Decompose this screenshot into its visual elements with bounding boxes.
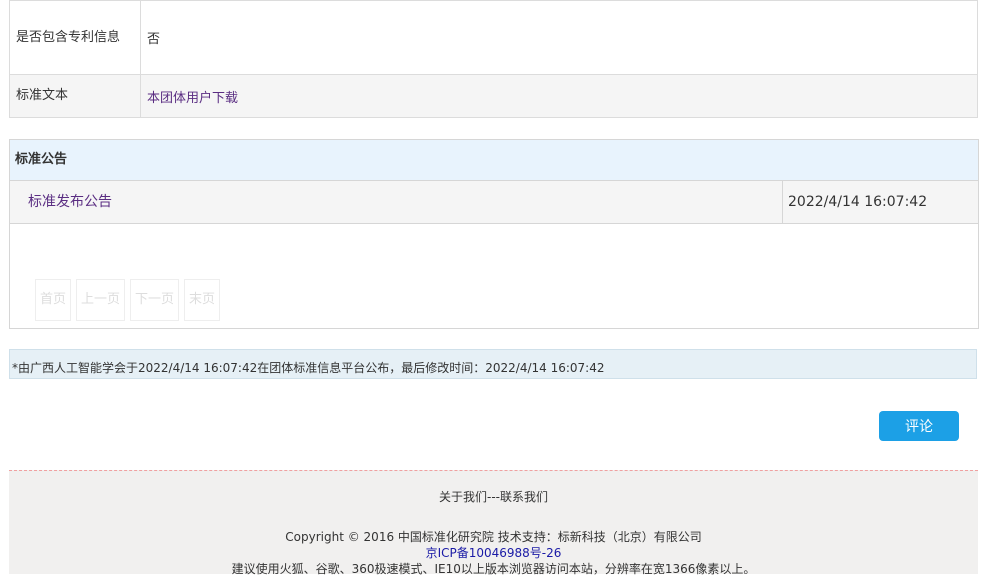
next-page-button[interactable]: 下一页 [130,279,180,321]
last-page-button[interactable]: 末页 [184,279,221,321]
footer-links[interactable]: 关于我们---联系我们 [9,488,978,505]
notice-header: 标准公告 [10,140,978,181]
patent-info-row: 是否包含专利信息 否 [9,0,978,75]
prev-page-button[interactable]: 上一页 [76,279,126,321]
notice-title-link[interactable]: 标准发布公告 [28,194,112,210]
browser-advice: 建议使用火狐、谷歌、360极速模式、IE10以上版本浏览器访问本站，分辨率在宽1… [231,562,756,576]
standard-notice-panel: 标准公告 标准发布公告 2022/4/14 16:07:42 首页 上一页 下一… [9,139,979,329]
first-page-button[interactable]: 首页 [35,279,72,321]
icp-link[interactable]: 京ICP备10046988号-26 [9,544,978,561]
publish-footnote: *由广西人工智能学会于2022/4/14 16:07:42在团体标准信息平台公布… [9,349,977,379]
notice-date: 2022/4/14 16:07:42 [788,194,928,210]
comment-button[interactable]: 评论 [879,411,959,441]
notice-row: 标准发布公告 2022/4/14 16:07:42 [10,181,978,224]
footer-copyright: Copyright © 2016 中国标准化研究院 技术支持：标新科技（北京）有… [285,530,702,544]
member-download-link[interactable]: 本团体用户下载 [147,91,238,106]
standard-text-row: 标准文本 本团体用户下载 [9,74,978,118]
patent-value: 否 [140,0,978,75]
page-footer: 关于我们---联系我们 Copyright © 2016 中国标准化研究院 技术… [9,470,978,576]
pagination: 首页 上一页 下一页 末页 [35,279,221,321]
patent-label: 是否包含专利信息 [9,0,141,75]
standard-info-table: 是否包含专利信息 否 标准文本 本团体用户下载 [9,0,978,118]
standard-text-label: 标准文本 [9,74,141,118]
